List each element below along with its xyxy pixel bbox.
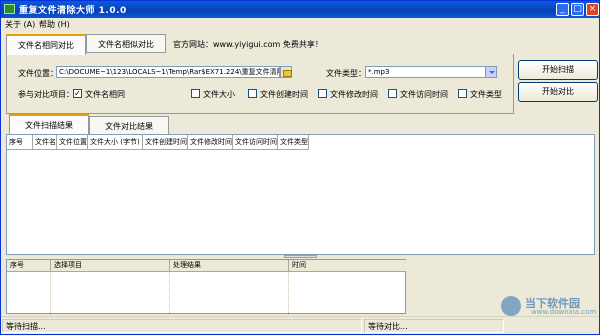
tab-same-name[interactable]: 文件名相同对比	[6, 34, 86, 55]
log-column-header[interactable]: 处理结果	[170, 260, 289, 272]
tab-similar-name[interactable]: 文件名相似对比	[86, 34, 166, 53]
grid-column-header[interactable]: 文件类型	[278, 135, 309, 150]
app-icon	[4, 4, 15, 14]
splitter-handle[interactable]	[284, 255, 317, 258]
log-column-header[interactable]: 选择项目	[51, 260, 170, 272]
browse-folder-icon[interactable]	[280, 66, 292, 78]
grid-column-header[interactable]: 文件大小 (字节)	[88, 135, 143, 150]
checkbox-accessed-time[interactable]	[388, 89, 397, 98]
checkbox-file-type[interactable]	[458, 89, 467, 98]
results-grid[interactable]: 序号 文件名 文件位置 文件大小 (字节) 文件创建时间 文件修改时间 文件访问…	[6, 134, 595, 255]
log-list[interactable]: 序号 选择项目 处理结果 时间	[6, 259, 407, 315]
checkbox-modified-time[interactable]	[318, 89, 327, 98]
log-header: 序号 选择项目 处理结果 时间	[7, 260, 407, 272]
watermark-url: www.downxia.com	[531, 308, 597, 316]
grid-column-header[interactable]: 文件名	[33, 135, 57, 150]
status-compare: 等待对比...	[364, 319, 504, 333]
window-title: 重复文件清除大师 1.0.0	[19, 6, 127, 16]
checkbox-label-accessed-time: 文件访问时间	[400, 90, 448, 99]
type-select-value: *.mp3	[368, 68, 390, 76]
checkbox-label-created-time: 文件创建时间	[260, 90, 308, 99]
checkbox-label-file-size: 文件大小	[203, 90, 235, 99]
grid-column-header[interactable]: 文件创建时间	[143, 135, 188, 150]
start-compare-button[interactable]: 开始对比	[518, 82, 598, 102]
location-label: 文件位置：	[18, 69, 58, 78]
status-scan: 等待扫描...	[2, 319, 362, 333]
watermark-logo: 当下软件园 www.downxia.com	[501, 295, 597, 317]
search-panel: 文件名相同对比 文件名相似对比 官方网站：www.yiyigui.com 免费共…	[1, 30, 599, 114]
log-body	[7, 272, 407, 315]
location-field[interactable]: C:\DOCUME~1\123\LOCALS~1\Temp\Rar$EX71.2…	[56, 66, 280, 78]
checkbox-label-modified-time: 文件修改时间	[330, 90, 378, 99]
tab-compare-results[interactable]: 文件对比结果	[89, 116, 169, 135]
minimize-button[interactable]: _	[556, 3, 569, 16]
checkbox-created-time[interactable]	[248, 89, 257, 98]
start-scan-button[interactable]: 开始扫描	[518, 60, 598, 80]
menu-help[interactable]: 帮助 (H)	[39, 19, 70, 30]
log-column-header[interactable]: 序号	[7, 260, 51, 272]
checkbox-label-same-name: 文件名相同	[85, 90, 125, 99]
tab-body	[6, 54, 514, 114]
grid-column-header[interactable]: 序号	[7, 135, 33, 150]
status-bar: 等待扫描... 等待对比...	[1, 316, 599, 334]
criteria-label: 参与对比项目：	[18, 90, 74, 99]
checkbox-file-size[interactable]	[191, 89, 200, 98]
column-divider	[288, 272, 289, 315]
close-button[interactable]: ×	[586, 3, 599, 16]
main-window: 重复文件清除大师 1.0.0 _ □ × 关于 (A) 帮助 (H) 文件名相同…	[0, 0, 600, 335]
type-select[interactable]: *.mp3	[365, 66, 497, 78]
checkbox-label-file-type: 文件类型	[470, 90, 502, 99]
grid-column-header[interactable]: 文件修改时间	[188, 135, 233, 150]
watermark-icon	[501, 296, 521, 316]
grid-column-header[interactable]: 文件位置	[57, 135, 88, 150]
title-bar: 重复文件清除大师 1.0.0 _ □ ×	[1, 1, 599, 18]
column-divider	[50, 272, 51, 315]
grid-header: 序号 文件名 文件位置 文件大小 (字节) 文件创建时间 文件修改时间 文件访问…	[7, 135, 309, 150]
website-text: 官方网站：www.yiyigui.com 免费共享！	[173, 40, 323, 49]
tab-scan-results[interactable]: 文件扫描结果	[9, 114, 89, 135]
type-label: 文件类型：	[326, 69, 366, 78]
chevron-down-icon[interactable]	[485, 67, 496, 77]
log-column-header[interactable]: 时间	[289, 260, 407, 272]
menu-bar: 关于 (A) 帮助 (H)	[1, 18, 599, 30]
checkbox-same-name[interactable]: ✓	[73, 89, 82, 98]
grid-column-header[interactable]: 文件访问时间	[233, 135, 278, 150]
column-divider	[169, 272, 170, 315]
maximize-button[interactable]: □	[571, 3, 584, 16]
menu-about[interactable]: 关于 (A)	[5, 19, 35, 30]
